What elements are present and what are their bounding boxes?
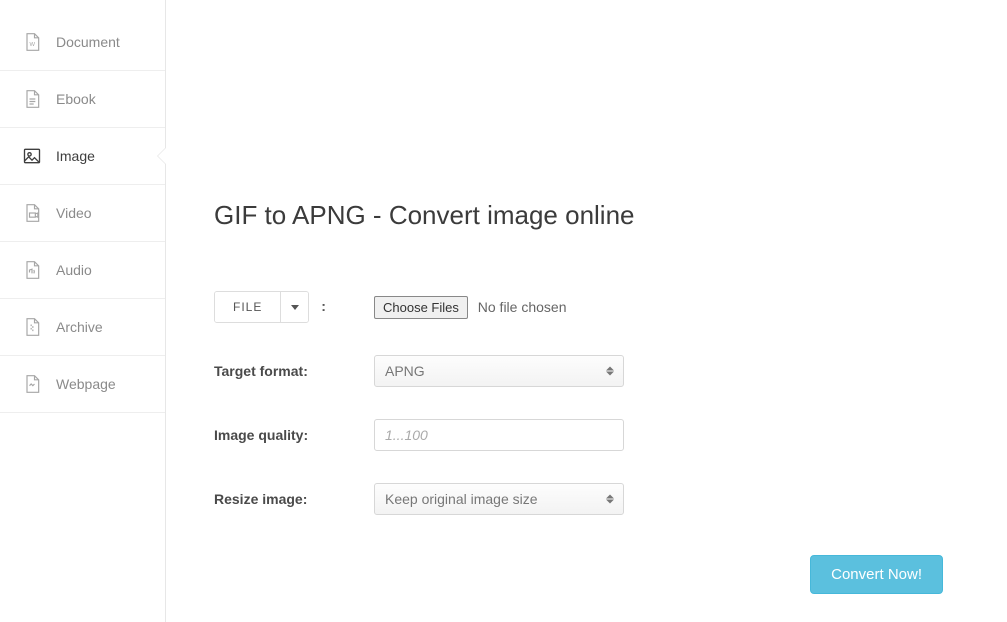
target-format-value[interactable]: APNG [374, 355, 624, 387]
chevron-down-icon [291, 305, 299, 310]
video-icon [22, 202, 42, 224]
no-file-chosen-text: No file chosen [478, 299, 567, 315]
sidebar-item-webpage[interactable]: Webpage [0, 356, 165, 413]
audio-icon [22, 259, 42, 281]
resize-image-value[interactable]: Keep original image size [374, 483, 624, 515]
page-title: GIF to APNG - Convert image online [214, 200, 967, 231]
sidebar-item-label: Image [56, 148, 95, 164]
file-dropdown-button[interactable] [280, 292, 308, 322]
target-format-label: Target format: [214, 363, 374, 379]
archive-icon [22, 316, 42, 338]
main-content: GIF to APNG - Convert image online FILE … [166, 0, 1007, 622]
sidebar-item-archive[interactable]: Archive [0, 299, 165, 356]
image-quality-input[interactable] [374, 419, 624, 451]
sidebar-item-label: Ebook [56, 91, 96, 107]
sidebar-item-audio[interactable]: Audio [0, 242, 165, 299]
resize-image-select[interactable]: Keep original image size [374, 483, 624, 515]
sidebar-item-video[interactable]: Video [0, 185, 165, 242]
sidebar-item-label: Video [56, 205, 92, 221]
convert-now-button[interactable]: Convert Now! [810, 555, 943, 594]
webpage-icon [22, 373, 42, 395]
target-format-select[interactable]: APNG [374, 355, 624, 387]
svg-text:W: W [30, 42, 36, 48]
sidebar: W Document Ebook Image Video [0, 0, 166, 622]
sidebar-item-label: Audio [56, 262, 92, 278]
sidebar-item-label: Webpage [56, 376, 116, 392]
image-quality-label: Image quality: [214, 427, 374, 443]
file-button[interactable]: FILE [215, 292, 280, 322]
choose-files-button[interactable]: Choose Files [374, 296, 468, 319]
file-source-split-button[interactable]: FILE [214, 291, 309, 323]
sidebar-item-document[interactable]: W Document [0, 14, 165, 71]
document-icon: W [22, 31, 42, 53]
sidebar-item-label: Archive [56, 319, 103, 335]
convert-form: FILE : Choose Files No file chosen Targe… [214, 291, 967, 515]
sidebar-item-image[interactable]: Image [0, 128, 165, 185]
image-icon [22, 145, 42, 167]
resize-image-label: Resize image: [214, 491, 374, 507]
sidebar-item-ebook[interactable]: Ebook [0, 71, 165, 128]
sidebar-item-label: Document [56, 34, 120, 50]
colon-separator: : [321, 298, 326, 314]
ebook-icon [22, 88, 42, 110]
